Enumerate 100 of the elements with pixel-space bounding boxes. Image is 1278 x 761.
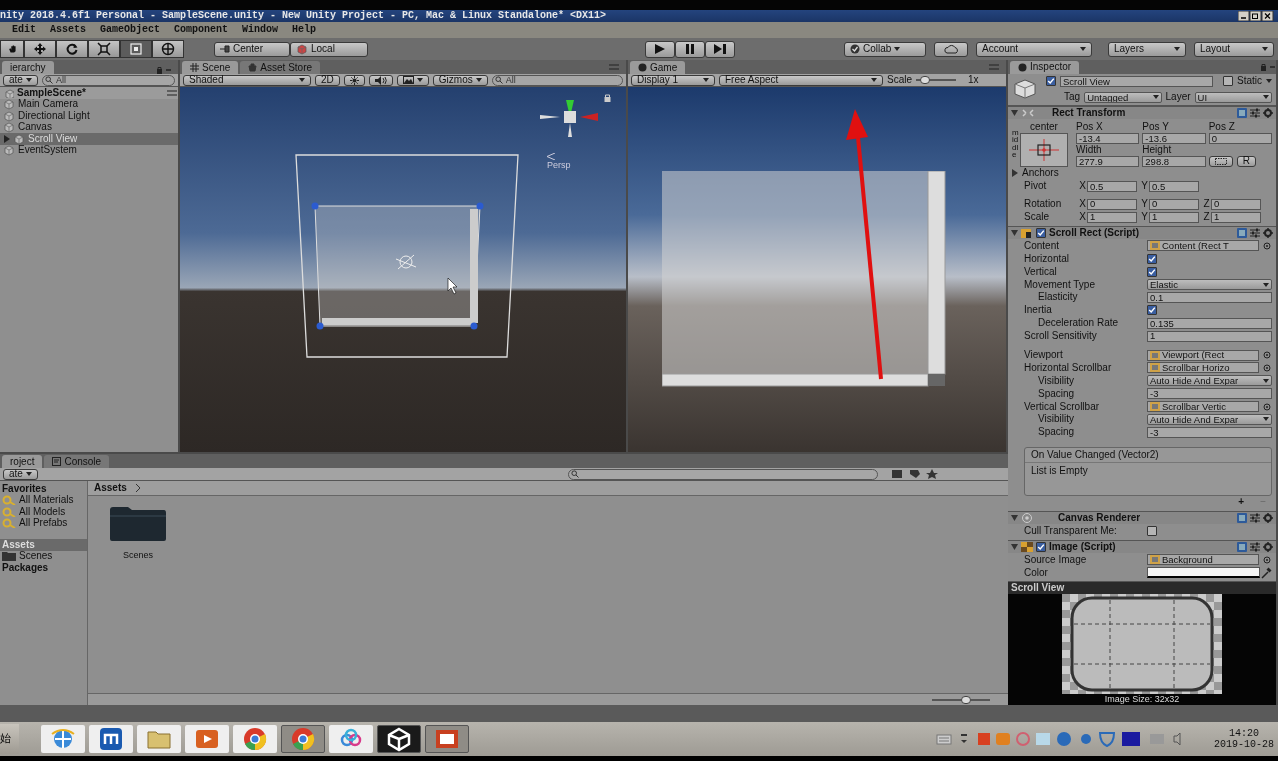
raw-edit-button[interactable]: R (1236, 155, 1256, 167)
object-field[interactable]: Scrollbar Vertic (1147, 401, 1259, 413)
collapse-arrow-icon[interactable] (1011, 515, 1018, 522)
sidebar-item[interactable]: All Materials (0, 494, 87, 506)
audio-button[interactable] (368, 74, 393, 86)
tray-expand-icon[interactable] (960, 733, 968, 745)
breadcrumb-item[interactable]: Assets (94, 482, 127, 494)
lock-icon[interactable] (604, 94, 611, 102)
gear-icon[interactable] (1263, 513, 1273, 524)
tool-button[interactable] (0, 40, 24, 58)
number-field[interactable]: 0 (1087, 198, 1137, 210)
expand-arrow-icon[interactable] (1012, 169, 1018, 178)
search-field[interactable]: All (41, 74, 175, 86)
menu-item[interactable]: Component (174, 24, 229, 36)
number-field[interactable]: 0.5 (1149, 180, 1199, 192)
object-field[interactable]: Background (1147, 554, 1259, 566)
shading-dropdown[interactable]: Shaded (183, 74, 311, 86)
text-field[interactable]: -3 (1147, 388, 1272, 400)
layers-button[interactable]: Layers (1108, 41, 1186, 57)
panel-tab[interactable]: ierarchy (2, 61, 54, 74)
tool-button[interactable] (56, 40, 88, 58)
collapse-arrow-icon[interactable] (1011, 230, 1018, 237)
dropdown[interactable]: Elastic (1147, 279, 1272, 291)
play-control-button[interactable] (675, 40, 705, 58)
name-field[interactable]: Scroll View (1060, 75, 1213, 87)
text-field[interactable]: 0.1 (1147, 291, 1272, 303)
blueprint-button[interactable] (1208, 155, 1233, 167)
collab-button[interactable]: Collab (844, 41, 926, 57)
checkbox[interactable] (1223, 76, 1233, 87)
checkbox[interactable] (1036, 228, 1046, 239)
play-control-button[interactable] (645, 40, 675, 58)
pivot-button[interactable]: Center (214, 41, 290, 57)
number-field[interactable]: 0 (1149, 198, 1199, 210)
checkbox[interactable] (1147, 266, 1157, 277)
help-icon[interactable] (1237, 513, 1247, 524)
checkbox[interactable] (1036, 542, 1046, 553)
create-button[interactable]: ate (3, 468, 38, 480)
checkbox[interactable] (1147, 525, 1157, 536)
gear-icon[interactable] (1263, 228, 1273, 239)
sliders-icon[interactable] (1250, 228, 1260, 239)
help-icon[interactable] (1237, 228, 1247, 239)
create-button[interactable]: ate (3, 74, 38, 86)
object-field[interactable]: Content (Rect T (1147, 240, 1259, 252)
sidebar-item[interactable]: Scenes (0, 550, 87, 562)
sidebar-item[interactable]: All Models (0, 506, 87, 518)
collapse-arrow-icon[interactable] (1011, 544, 1018, 551)
object-field[interactable]: Viewport (Rect (1147, 349, 1259, 361)
text-field[interactable]: 0.135 (1147, 317, 1272, 329)
slider-thumb[interactable] (919, 76, 930, 84)
menu-item[interactable]: Assets (50, 24, 87, 36)
taskbar-app-button[interactable] (425, 725, 469, 753)
menu-item[interactable]: Window (242, 24, 279, 36)
hierarchy-item[interactable]: Canvas (0, 121, 178, 133)
hierarchy-item[interactable]: Scroll View (0, 133, 178, 145)
hierarchy-item[interactable]: EventSystem (0, 144, 178, 156)
start-button[interactable]: 始 (0, 724, 19, 754)
taskbar-app-button[interactable] (377, 725, 421, 753)
sidebar-item[interactable]: Assets (0, 539, 87, 551)
account-button[interactable]: Account (976, 41, 1092, 57)
gear-icon[interactable] (1263, 107, 1273, 118)
picker-icon[interactable] (1262, 555, 1272, 564)
slider-thumb[interactable] (960, 695, 971, 704)
scale-slider[interactable] (916, 76, 956, 84)
mode-2d-button[interactable]: 2D (315, 74, 340, 86)
number-field[interactable]: 0 (1208, 132, 1272, 144)
checkbox[interactable] (1147, 305, 1157, 316)
sidebar-item[interactable]: All Prefabs (0, 517, 87, 529)
taskbar-app-button[interactable] (89, 725, 133, 753)
dropdown[interactable]: Auto Hide And Expar (1147, 375, 1272, 387)
color-field[interactable] (1147, 567, 1260, 579)
gear-icon[interactable] (1263, 542, 1273, 553)
text-field[interactable]: 1 (1147, 330, 1272, 342)
sidebar-item[interactable]: Favorites (0, 483, 87, 495)
eyedropper-icon[interactable] (1260, 566, 1272, 579)
tool-button[interactable] (152, 40, 184, 58)
folder-icon[interactable] (108, 506, 168, 542)
panel-tab[interactable]: Game (630, 61, 686, 74)
window-controls-icon[interactable] (1238, 11, 1274, 21)
tag-dropdown[interactable]: Untagged (1084, 91, 1162, 103)
dropdown[interactable]: Auto Hide And Expar (1147, 413, 1272, 425)
display-dropdown[interactable]: Display 1 (631, 74, 715, 86)
zoom-slider[interactable] (932, 695, 990, 704)
aspect-dropdown[interactable]: Free Aspect (719, 74, 883, 86)
panel-tab[interactable]: roject (2, 455, 43, 468)
menu-item[interactable]: Edit (12, 24, 36, 36)
layout-button[interactable]: Layout (1194, 41, 1274, 57)
number-field[interactable]: 1 (1087, 211, 1137, 223)
hierarchy-item[interactable]: Main Camera (0, 98, 178, 110)
menu-item[interactable]: GameObject (100, 24, 161, 36)
number-field[interactable]: 298.8 (1142, 155, 1206, 167)
menu-item[interactable]: Help (292, 24, 317, 36)
gizmos-dropdown[interactable]: Gizmos (432, 74, 488, 86)
tool-button[interactable] (88, 40, 120, 58)
help-icon[interactable] (1237, 542, 1247, 553)
tool-button[interactable] (24, 40, 56, 58)
cloud-button[interactable] (934, 41, 968, 57)
sidebar-item[interactable]: Packages (0, 562, 87, 574)
foldout-label[interactable]: Anchors (1022, 167, 1059, 180)
lock-icon[interactable] (1260, 62, 1276, 71)
search-field[interactable]: All (491, 74, 623, 86)
